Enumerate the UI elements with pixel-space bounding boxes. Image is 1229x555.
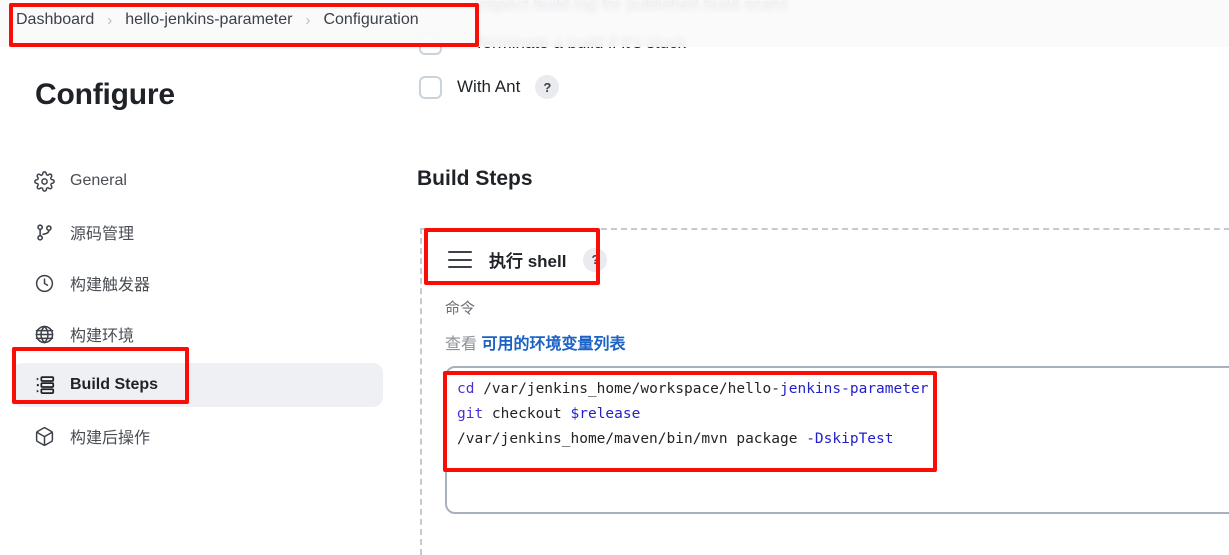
main-content: With Ant ? Build Steps 执行 shell ? 命令 查看 … [417,47,1229,555]
chevron-right-icon: › [107,11,113,29]
breadcrumb-item-dashboard[interactable]: Dashboard [16,11,94,29]
code-line: cd /var/jenkins_home/workspace/hello-jen… [457,377,1229,402]
sidebar-item-post-build-actions[interactable]: 构建后操作 [12,414,383,458]
clock-icon [33,272,56,295]
with-ant-label: With Ant [457,77,521,96]
sidebar-item-label: 源码管理 [70,226,135,243]
sidebar-item-label: 构建触发器 [70,277,151,294]
breadcrumb-item-job[interactable]: hello-jenkins-parameter [125,11,292,29]
git-branch-icon [33,221,56,244]
breadcrumb-item-configuration[interactable]: Configuration [323,11,418,29]
page-title: Configure [35,78,175,111]
globe-icon [33,323,56,346]
build-step-container: 执行 shell ? 命令 查看 可用的环境变量列表 cd /var/jenki… [420,228,1229,555]
code-token-command: cd [457,381,475,397]
code-token-plain: /var/jenkins_home/workspace/hello- [474,381,781,397]
sidebar-item-label: 构建环境 [70,328,135,345]
available-env-variables-link[interactable]: 可用的环境变量列表 [481,336,625,353]
help-icon[interactable]: ? [535,75,560,99]
build-steps-section-title: Build Steps [417,167,533,190]
code-line: git checkout $release [457,402,1229,427]
code-token-plain: checkout [483,406,571,422]
list-icon [33,374,56,397]
sidebar-item-label: Build Steps [70,376,159,393]
env-variables-hint: 查看 可用的环境变量列表 [445,330,625,354]
sidebar-item-build-steps[interactable]: Build Steps [12,363,383,407]
sidebar-item-build-environment[interactable]: 构建环境 [12,312,383,356]
sidebar-item-label: General [70,172,127,189]
build-step-name: 执行 shell [489,252,567,271]
gear-icon [33,170,56,193]
code-token-plain: /var/jenkins_home/maven/bin/mvn package [457,431,807,447]
sidebar-item-label: 构建后操作 [70,430,151,447]
code-token-argument: $release [570,406,641,422]
chevron-right-icon: › [305,11,311,29]
code-token-argument: -DskipTest [806,431,894,447]
sidebar-nav: General 源码管理 构建触发器 构建环境 Build Steps 构建后操… [12,159,383,465]
sidebar-item-general[interactable]: General [12,159,383,203]
package-icon [33,425,56,448]
sidebar: Configure General 源码管理 构建触发器 构建环境 Build … [0,47,400,555]
shell-command-textarea[interactable]: cd /var/jenkins_home/workspace/hello-jen… [445,366,1229,514]
with-ant-row: With Ant ? [419,75,560,99]
drag-handle-icon[interactable] [448,251,472,268]
code-token-command: git [457,406,484,422]
with-ant-checkbox[interactable] [419,75,442,99]
env-hint-prefix: 查看 [445,336,478,353]
code-line: /var/jenkins_home/maven/bin/mvn package … [457,427,1229,452]
sidebar-item-build-triggers[interactable]: 构建触发器 [12,261,383,305]
command-field-label: 命令 [445,300,476,317]
build-step-header: 执行 shell ? [448,247,608,272]
sidebar-item-source-code-management[interactable]: 源码管理 [12,210,383,254]
breadcrumb: Dashboard › hello-jenkins-parameter › Co… [16,11,419,29]
help-icon[interactable]: ? [583,247,608,272]
code-token-argument: jenkins-parameter [780,381,929,397]
